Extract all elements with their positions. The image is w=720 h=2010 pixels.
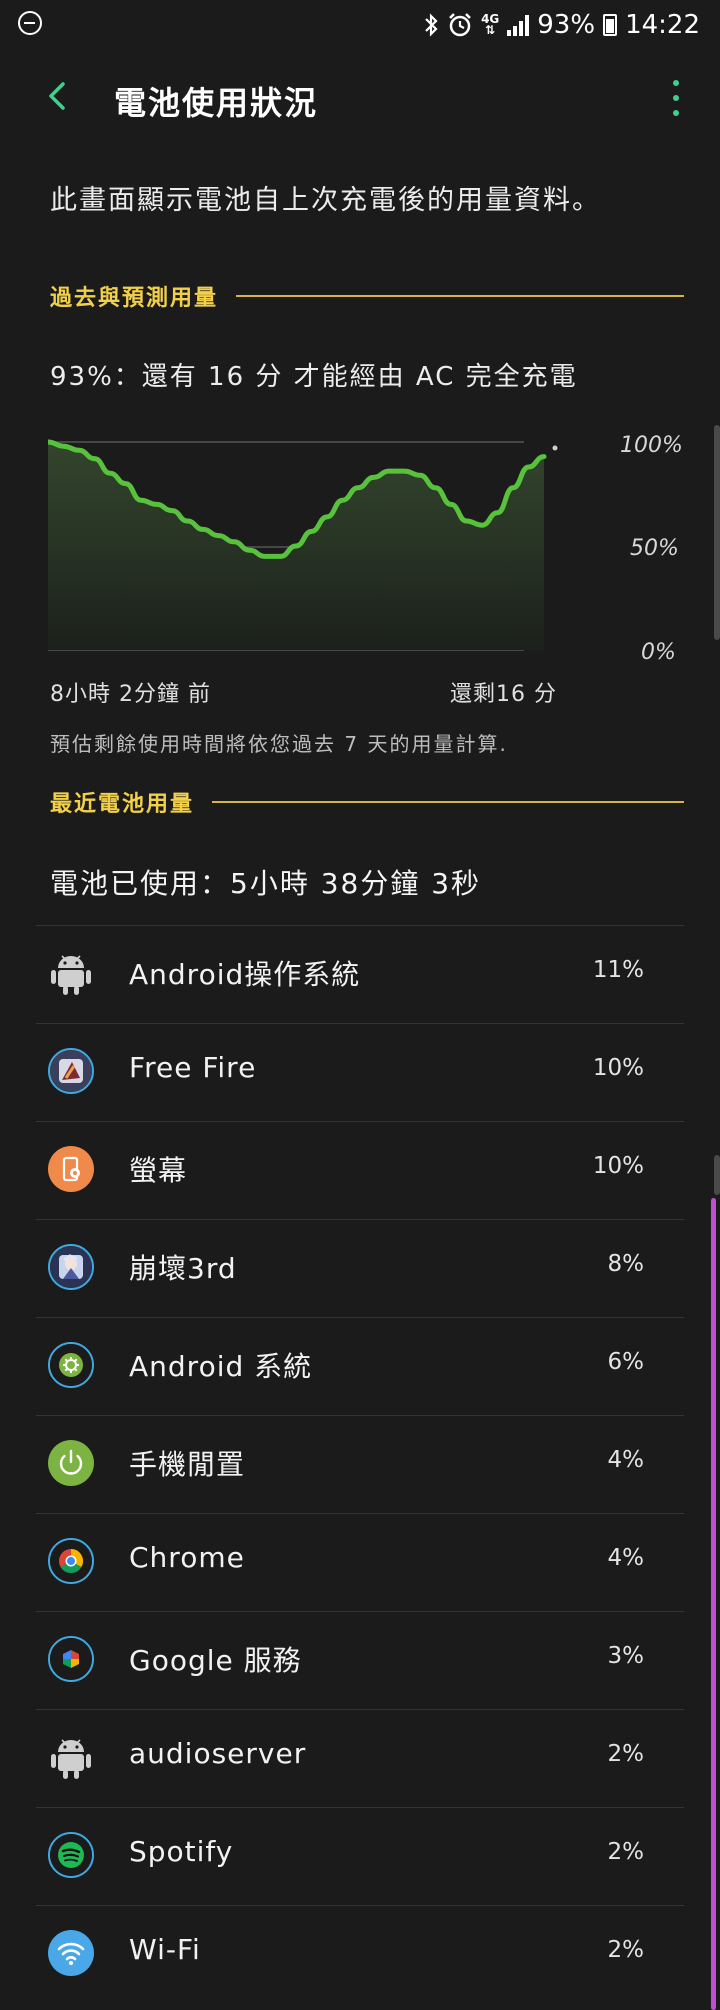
app-name: Chrome xyxy=(129,1541,245,1574)
app-row-free-fire[interactable]: Free Fire 10% xyxy=(36,1023,684,1121)
app-percent: 2% xyxy=(607,1839,645,1865)
description-text: 此畫面顯示電池自上次充電後的用量資料。 xyxy=(50,185,601,216)
back-button[interactable] xyxy=(34,72,84,122)
x-start-label: 8小時 2分鐘 前 xyxy=(50,682,211,707)
app-row-audioserver[interactable]: audioserver 2% xyxy=(36,1709,684,1807)
battery-charging-icon xyxy=(603,14,618,36)
battery-usage-screen: 4G ⇅ 93% 14:22 電池使用狀況 此畫面顯示電池自上次充電後的用量資料… xyxy=(0,0,720,2010)
history-section-title: 過去與預測用量 xyxy=(50,286,219,311)
chrome-icon xyxy=(48,1538,94,1584)
app-name: Free Fire xyxy=(129,1051,257,1084)
section-divider xyxy=(212,801,684,803)
app-row-chrome[interactable]: Chrome 4% xyxy=(36,1513,684,1611)
usage-section-header: 最近電池用量 xyxy=(50,784,684,820)
google-services-icon xyxy=(48,1636,94,1682)
app-name: 崩壞3rd xyxy=(129,1252,237,1285)
app-name: Android操作系統 xyxy=(129,958,361,991)
honkai-icon xyxy=(48,1244,94,1290)
bluetooth-icon xyxy=(425,13,438,37)
app-usage-list: Android操作系統 11% Free Fire 10% 螢幕 10% 崩壞3… xyxy=(36,925,684,2003)
app-percent: 10% xyxy=(592,1055,644,1081)
app-row-wifi[interactable]: Wi-Fi 2% xyxy=(36,1905,684,2003)
history-section-header: 過去與預測用量 xyxy=(50,278,684,314)
scrollbar-track-upper xyxy=(714,425,720,640)
do-not-disturb-icon xyxy=(18,11,42,35)
usage-section-title: 最近電池用量 xyxy=(50,792,195,817)
back-arrow-icon xyxy=(49,82,65,110)
y-label-50: 50% xyxy=(630,536,679,561)
battery-percent: 93% xyxy=(537,10,596,40)
android-icon xyxy=(48,950,94,996)
app-percent: 3% xyxy=(607,1643,645,1669)
network-type-icon: 4G ⇅ xyxy=(481,12,500,37)
status-icons: 4G ⇅ 93% 14:22 xyxy=(423,8,700,42)
spotify-icon xyxy=(48,1832,94,1878)
app-name: Google 服務 xyxy=(129,1644,302,1677)
prediction-dot xyxy=(552,445,558,451)
power-idle-icon xyxy=(48,1440,94,1486)
app-row-phone-idle[interactable]: 手機閒置 4% xyxy=(36,1415,684,1513)
x-end-label: 還剩16 分 xyxy=(450,682,557,707)
scrollbar-thumb[interactable] xyxy=(711,1198,716,2010)
section-divider xyxy=(236,295,684,297)
app-percent: 4% xyxy=(607,1545,645,1571)
scrollbar-track-lower xyxy=(714,1155,720,1195)
page-title: 電池使用狀況 xyxy=(114,84,319,122)
app-name: Android 系統 xyxy=(129,1350,313,1383)
app-name: audioserver xyxy=(129,1737,307,1770)
more-options-button[interactable] xyxy=(652,74,700,122)
app-name: 螢幕 xyxy=(129,1154,188,1187)
app-percent: 8% xyxy=(607,1251,645,1277)
signal-strength-icon xyxy=(507,14,530,36)
app-bar: 電池使用狀況 xyxy=(0,50,720,146)
app-row-android-system[interactable]: Android 系統 6% xyxy=(36,1317,684,1415)
clock-time: 14:22 xyxy=(625,10,700,40)
app-row-android-os[interactable]: Android操作系統 11% xyxy=(36,925,684,1023)
app-name: Spotify xyxy=(129,1835,234,1868)
app-row-google-services[interactable]: Google 服務 3% xyxy=(36,1611,684,1709)
android-icon xyxy=(48,1734,94,1780)
y-label-0: 0% xyxy=(641,640,676,665)
charge-status-text: 93%：還有 16 分 才能經由 AC 完全充電 xyxy=(50,362,578,392)
free-fire-icon xyxy=(48,1048,94,1094)
app-percent: 11% xyxy=(592,957,644,983)
wifi-icon xyxy=(48,1930,94,1976)
estimate-note: 預估剩餘使用時間將依您過去 7 天的用量計算. xyxy=(50,732,508,756)
status-bar: 4G ⇅ 93% 14:22 xyxy=(0,0,720,50)
app-row-screen[interactable]: 螢幕 10% xyxy=(36,1121,684,1219)
total-usage-text: 電池已使用：5小時 38分鐘 3秒 xyxy=(50,867,482,900)
screen-icon xyxy=(48,1146,94,1192)
alarm-clock-icon xyxy=(449,13,471,37)
more-vert-icon xyxy=(673,80,679,86)
app-percent: 10% xyxy=(592,1153,644,1179)
app-percent: 4% xyxy=(607,1447,645,1473)
app-percent: 2% xyxy=(607,1741,645,1767)
app-percent: 2% xyxy=(607,1937,645,1963)
app-percent: 6% xyxy=(607,1349,645,1375)
android-system-icon xyxy=(48,1342,94,1388)
app-row-spotify[interactable]: Spotify 2% xyxy=(36,1807,684,1905)
app-row-honkai[interactable]: 崩壞3rd 8% xyxy=(36,1219,684,1317)
y-label-100: 100% xyxy=(620,433,683,458)
battery-level-chart xyxy=(48,439,558,651)
app-name: 手機閒置 xyxy=(129,1448,246,1481)
app-name: Wi-Fi xyxy=(129,1933,201,1966)
